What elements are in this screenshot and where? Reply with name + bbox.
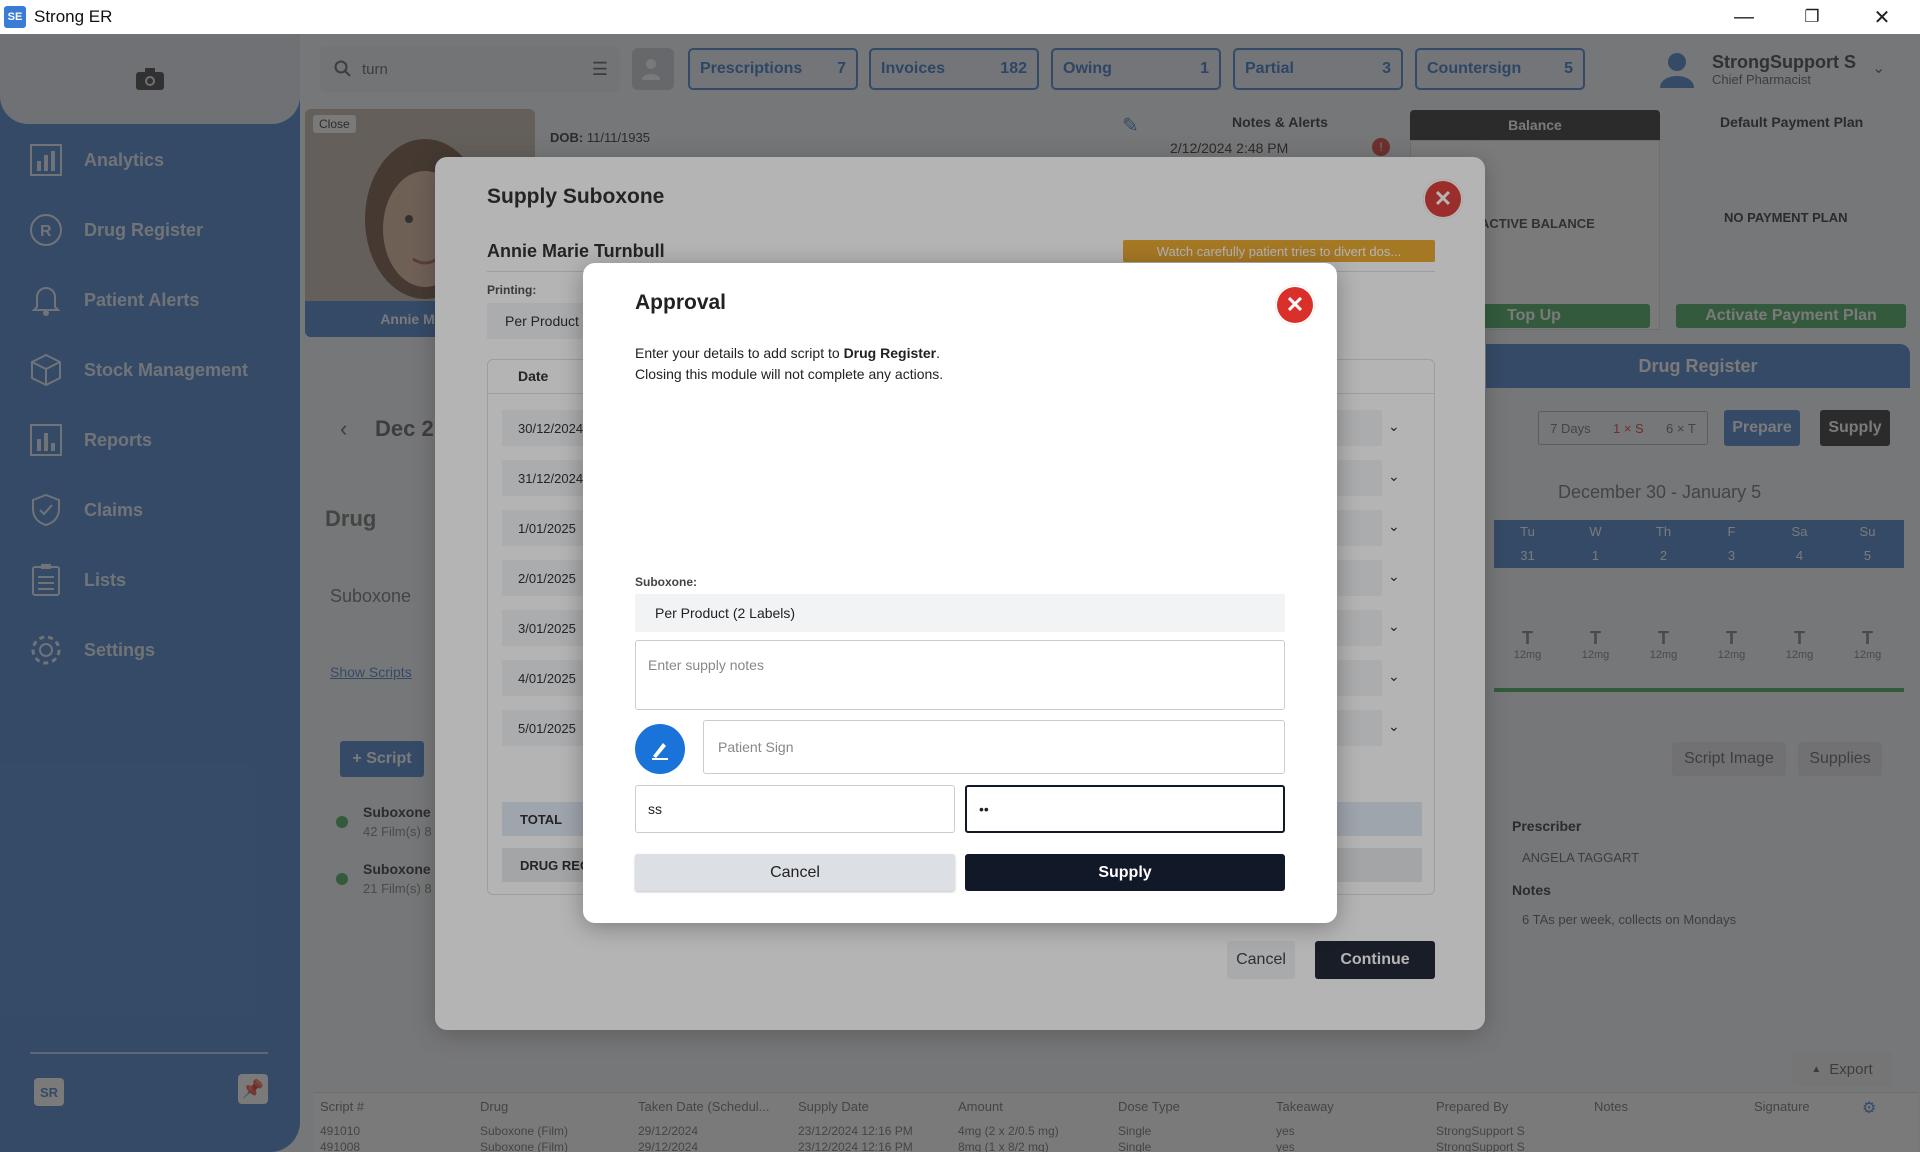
approval-close-button[interactable]: ✕ [1275, 285, 1315, 325]
print-option-select[interactable]: Per Product (2 Labels) [635, 594, 1285, 632]
app-logo-icon: SE [4, 6, 26, 28]
approval-title: Approval [635, 291, 727, 314]
username-input[interactable]: ss [635, 785, 955, 833]
signature-pen-icon [652, 743, 668, 760]
approval-description: Enter your details to add script to Drug… [635, 345, 940, 361]
patient-sign-input[interactable]: Patient Sign [703, 720, 1285, 774]
minimize-button[interactable]: — [1714, 0, 1774, 34]
desc-prefix: Enter your details to add script to [635, 345, 844, 361]
supply-notes-input[interactable]: Enter supply notes [635, 640, 1285, 710]
window-title: Strong ER [34, 7, 113, 26]
desc-suffix: . [936, 345, 941, 361]
title-bar: SE Strong ER — ❐ ✕ [0, 0, 1920, 34]
desc-bold: Drug Register [843, 345, 937, 361]
close-icon: ✕ [1285, 292, 1305, 317]
sign-button[interactable] [635, 724, 685, 774]
password-input[interactable]: •• [965, 785, 1285, 833]
maximize-button[interactable]: ❐ [1782, 0, 1842, 34]
approval-description-line2: Closing this module will not complete an… [635, 366, 944, 382]
approval-supply-button[interactable]: Supply [965, 854, 1285, 891]
approval-modal: Approval ✕ Enter your details to add scr… [583, 263, 1337, 923]
approval-cancel-button[interactable]: Cancel [635, 854, 955, 891]
window-close-button[interactable]: ✕ [1852, 0, 1912, 34]
suboxone-label: Suboxone: [635, 575, 697, 589]
